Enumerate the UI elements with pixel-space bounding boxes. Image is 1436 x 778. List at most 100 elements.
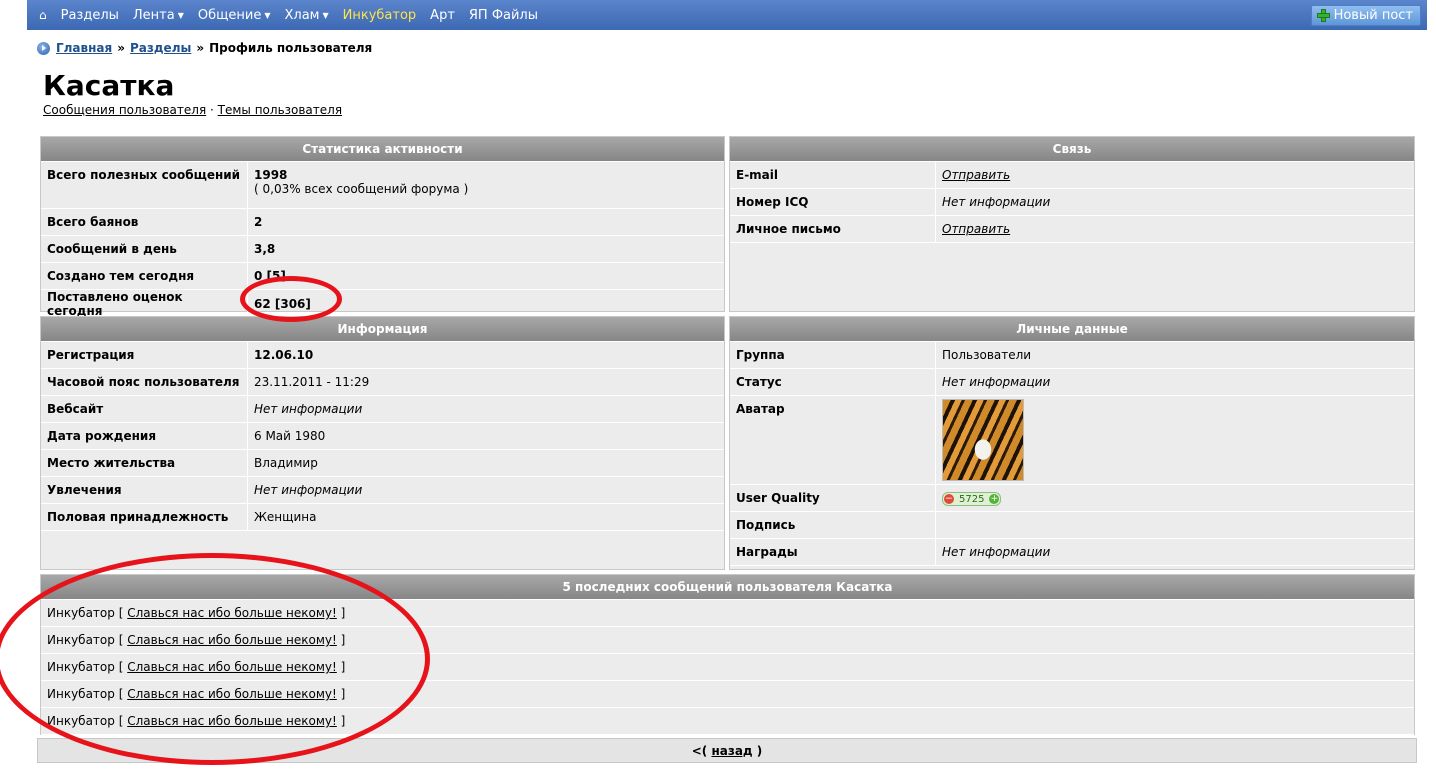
row-label: Статус <box>730 368 936 396</box>
table-row: Половая принадлежность Женщина <box>41 503 724 531</box>
post-entry: Инкубатор [ Славься нас ибо больше неком… <box>41 680 1414 708</box>
vote-down-icon[interactable]: − <box>944 494 954 504</box>
table-row: Вебсайт Нет информации <box>41 395 724 423</box>
table-row: Всего полезных сообщений 1998 ( 0,03% вс… <box>41 162 724 209</box>
nav-item-files[interactable]: ЯП Файлы <box>469 8 538 23</box>
contact-table: E-mail Отправить Номер ICQ Нет информации … <box>730 162 1414 243</box>
post-link[interactable]: Славься нас ибо больше некому! <box>127 687 337 701</box>
post-entry: Инкубатор [ Славься нас ибо больше неком… <box>41 707 1414 735</box>
panel-header: Связь <box>730 137 1414 162</box>
nav-item-hlam[interactable]: Хлам ▼ <box>284 8 328 23</box>
home-icon[interactable]: ⌂ <box>39 8 47 22</box>
panel-header: 5 последних сообщений пользователя Касат… <box>41 575 1414 600</box>
row-label: Всего полезных сообщений <box>41 162 248 209</box>
nav-item-lenta[interactable]: Лента ▼ <box>133 8 184 23</box>
post-link[interactable]: Славься нас ибо больше некому! <box>127 714 337 728</box>
row-label: Награды <box>730 538 936 566</box>
row-value: Нет информации <box>247 395 724 423</box>
list-item: Инкубатор [ Славься нас ибо больше неком… <box>41 626 1414 654</box>
user-topics-link[interactable]: Темы пользователя <box>218 103 342 117</box>
bracket: [ <box>118 606 124 620</box>
row-value: Нет информации <box>935 188 1414 216</box>
row-value: 1998 ( 0,03% всех сообщений форума ) <box>247 162 724 209</box>
row-label: Личное письмо <box>730 215 936 243</box>
send-email-link[interactable]: Отправить <box>942 168 1010 182</box>
bracket: ] <box>340 633 346 647</box>
row-label: Часовой пояс пользователя <box>41 368 248 396</box>
page-title: Касатка <box>43 69 175 102</box>
table-row: Поставлено оценок сегодня 62 [306] <box>41 289 724 319</box>
arrow-circle-icon <box>37 41 50 55</box>
table-row: Увлечения Нет информации <box>41 476 724 504</box>
send-pm-link[interactable]: Отправить <box>942 222 1010 236</box>
row-value: − 5725 + <box>935 484 1414 512</box>
table-row: Статус Нет информации <box>730 368 1414 396</box>
new-post-button[interactable]: Новый пост <box>1310 5 1421 26</box>
table-row: Подпись <box>730 511 1414 539</box>
table-row: E-mail Отправить <box>730 162 1414 189</box>
post-link[interactable]: Славься нас ибо больше некому! <box>127 633 337 647</box>
link-separator: · <box>210 103 214 117</box>
nav-item-label: Разделы <box>60 7 119 23</box>
post-entry: Инкубатор [ Славься нас ибо больше неком… <box>41 600 1414 627</box>
info-table: Регистрация 12.06.10 Часовой пояс пользов… <box>41 342 724 531</box>
row-value: Владимир <box>247 449 724 477</box>
vote-up-icon[interactable]: + <box>989 494 1000 504</box>
nav-item-label: ЯП Файлы <box>468 7 539 23</box>
breadcrumb: Главная » Разделы » Профиль пользователя <box>37 41 372 55</box>
nav-item-inkubator[interactable]: Инкубатор <box>343 8 417 23</box>
bracket: [ <box>118 633 124 647</box>
table-row: Группа Пользователи <box>730 342 1414 369</box>
nav-item-obshchenie[interactable]: Общение ▼ <box>198 8 271 23</box>
activity-panel: Статистика активности Всего полезных соо… <box>40 136 725 319</box>
panel-header: Информация <box>41 317 724 342</box>
profile-links: Сообщения пользователя · Темы пользовате… <box>43 103 342 117</box>
row-label: Регистрация <box>41 342 248 369</box>
nav-item-razdely[interactable]: Разделы <box>61 8 119 23</box>
row-value: 12.06.10 <box>247 342 724 369</box>
row-label: Дата рождения <box>41 422 248 450</box>
chevron-down-icon: ▼ <box>322 10 329 20</box>
post-link[interactable]: Славься нас ибо больше некому! <box>127 660 337 674</box>
breadcrumb-sections-link[interactable]: Разделы <box>130 41 191 55</box>
row-value: 3,8 <box>247 235 724 263</box>
bracket: [ <box>118 714 124 728</box>
bracket: ] <box>340 660 346 674</box>
bracket: [ <box>118 660 124 674</box>
list-item: Инкубатор [ Славься нас ибо больше неком… <box>41 653 1414 681</box>
row-value: Женщина <box>247 503 724 531</box>
row-value: Отправить <box>935 215 1414 243</box>
breadcrumb-home-link[interactable]: Главная <box>56 41 112 55</box>
row-label: E-mail <box>730 162 936 189</box>
row-label: Аватар <box>730 395 936 485</box>
post-section: Инкубатор <box>47 714 115 728</box>
row-value: 2 <box>247 208 724 236</box>
row-label: Номер ICQ <box>730 188 936 216</box>
row-value: Нет информации <box>935 368 1414 396</box>
row-value: 62 [306] <box>247 289 724 319</box>
bracket: [ <box>118 687 124 701</box>
recent-posts-panel: 5 последних сообщений пользователя Касат… <box>40 574 1415 735</box>
row-label: Вебсайт <box>41 395 248 423</box>
table-row: Награды Нет информации <box>730 538 1414 566</box>
activity-table: Всего полезных сообщений 1998 ( 0,03% вс… <box>41 162 724 319</box>
row-value: 6 Май 1980 <box>247 422 724 450</box>
row-label: Увлечения <box>41 476 248 504</box>
useful-posts-count: 1998 <box>254 168 288 182</box>
user-messages-link[interactable]: Сообщения пользователя <box>43 103 206 117</box>
back-suffix: ) <box>756 744 763 758</box>
table-row: Часовой пояс пользователя 23.11.2011 - 11… <box>41 368 724 396</box>
nav-item-art[interactable]: Арт <box>430 8 455 23</box>
row-value: Нет информации <box>247 476 724 504</box>
table-row: Место жительства Владимир <box>41 449 724 477</box>
plus-icon <box>1316 9 1330 22</box>
row-label: Поставлено оценок сегодня <box>41 289 248 319</box>
post-link[interactable]: Славься нас ибо больше некому! <box>127 606 337 620</box>
back-link[interactable]: назад <box>711 744 752 758</box>
nav-item-label: Хлам <box>284 7 320 23</box>
row-value: Нет информации <box>935 538 1414 566</box>
table-row: Всего баянов 2 <box>41 208 724 236</box>
row-label: Подпись <box>730 511 936 539</box>
panel-header: Статистика активности <box>41 137 724 162</box>
new-post-label: Новый пост <box>1333 8 1413 23</box>
